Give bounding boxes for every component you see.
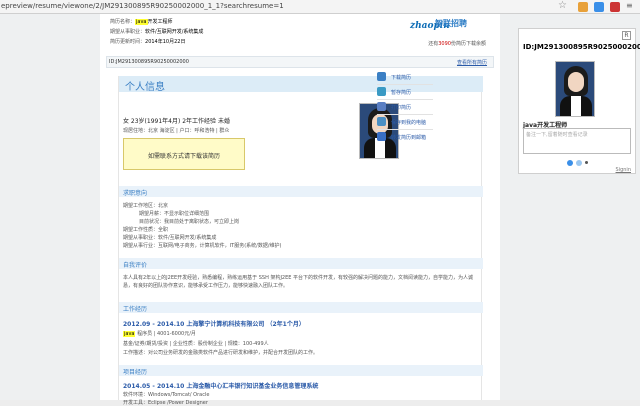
download-resume-label: 下载简历	[391, 75, 412, 81]
menu-icon[interactable]: ≡	[626, 1, 636, 11]
print-resume-label: 打印简历	[391, 105, 412, 111]
logo-cn: 智联招聘	[435, 19, 467, 28]
bookmark-star-icon[interactable]: ☆	[558, 0, 567, 11]
updated-label: 简历更新时间：	[110, 39, 146, 45]
toolbar-divider	[377, 129, 433, 130]
intent-line: 期望工作地区：北京	[123, 203, 169, 209]
job-position: java 程序员 | 4001-6000元/月	[123, 330, 196, 337]
job-meta: 基金/证券/期货/投资 | 企业性质：股份制企业 | 规模：100-499人	[123, 341, 269, 347]
balance-count: 3090	[438, 41, 451, 47]
pager-dots	[563, 159, 593, 169]
job-sub: 程序员 | 4001-6000元/月	[137, 331, 196, 337]
computer-icon	[377, 117, 386, 126]
save-icon	[377, 87, 386, 96]
section-project-title: 项目经历	[123, 369, 148, 376]
updated-row: 简历更新时间：2014年10月22日	[110, 38, 185, 45]
toolbar-divider	[377, 84, 433, 85]
intent-line: 期望从事行业：互联网/电子商务，计算机软件，IT服务(系统/数据/维护)	[123, 243, 282, 249]
contact-text: 如需联系方式请下载该简历	[147, 153, 220, 160]
intent-line: 期望从事职业：软件/互联网开发/系统集成	[123, 235, 217, 241]
save-to-computer-label: 保存到我的电脑	[391, 120, 427, 126]
save-resume-button[interactable]: 暂存简历	[377, 87, 439, 97]
page: 简历名称：java开发工程师 期望从事职业：软件/互联网开发/系统集成 简历更新…	[0, 14, 640, 406]
job-title: 2012.09 - 2014.10 上海擎宁计算机科技有限公司 （2年1个月）	[123, 321, 305, 328]
position-name-row: 简历名称：java开发工程师	[110, 18, 173, 25]
job-desc: 工作描述：对公司业务研发的金融类软件产品进行研发和维护，并配合开发团队的工作。	[123, 350, 319, 356]
intended-job-row: 期望从事职业：软件/互联网开发/系统集成	[110, 28, 203, 35]
intent-line: 目前状况：我目前处于离职状态，可立即上岗	[139, 219, 240, 225]
balance-post: 份简历下载余额	[450, 41, 486, 47]
resume-viewer: 简历名称：java开发工程师 期望从事职业：软件/互联网开发/系统集成 简历更新…	[100, 14, 500, 406]
email-icon	[377, 132, 386, 141]
toolbar-divider	[377, 114, 433, 115]
note-placeholder: 备注一下,留着随时查看记录	[526, 132, 588, 138]
self-eval-text: 本人具有2年以上的J2EE开发经验，熟悉编程，熟练运用基于 SSH 架构J2EE…	[123, 275, 474, 289]
pager-dot-active[interactable]	[567, 160, 573, 166]
location-info: 现居住地：北京 海淀区 | 户口：呼和浩特 | 群众	[123, 128, 230, 134]
section-work-title: 工作经历	[123, 306, 148, 313]
r-icon[interactable]: R	[622, 31, 631, 40]
pager-dot[interactable]	[585, 161, 588, 164]
intended-job-value: 软件/互联网开发/系统集成	[145, 29, 204, 35]
position-name-label: 简历名称：	[110, 19, 136, 25]
project-tools: 开发工具：Eclipse /Power Designer	[123, 400, 208, 406]
balance-pre: 还有	[428, 41, 439, 47]
signin-link[interactable]: Signin	[616, 167, 631, 173]
resume-id-bar: ID:JM291300895R90250002000 查看所有简历	[106, 56, 494, 68]
card-photo	[555, 61, 595, 117]
download-balance: 还有3090份简历下载余额	[428, 40, 486, 47]
intent-line: 期望工作性质：全职	[123, 227, 169, 233]
contact-placeholder: 如需联系方式请下载该简历	[123, 138, 245, 170]
extension-icon-3[interactable]	[610, 2, 620, 12]
extension-icon-2[interactable]	[594, 2, 604, 12]
intended-job-label: 期望从事职业：	[110, 29, 146, 35]
section-work: 工作经历	[119, 302, 483, 313]
extension-popup-card: R ID:JM291300895R90250002000 java开发工程师 备…	[518, 28, 640, 174]
download-resume-button[interactable]: 下载简历	[377, 72, 439, 82]
section-intent-title: 求职意向	[123, 190, 148, 197]
download-icon	[377, 72, 386, 81]
toolbar-divider	[377, 99, 433, 100]
save-resume-label: 暂存简历	[391, 90, 412, 96]
zhaopin-logo: zhaopin 智联招聘	[410, 18, 470, 32]
personal-info-title: 个人信息	[125, 82, 165, 93]
position-name-value: 开发工程师	[147, 19, 173, 25]
job-keyword-highlight: java	[123, 331, 136, 337]
project-env: 软件环境：Windows/Tomcat/ Oracle	[123, 392, 210, 398]
print-icon	[377, 102, 386, 111]
url-text[interactable]: epreview/resume/viewone/2/JM291300895R90…	[1, 1, 284, 12]
extension-icon-1[interactable]	[578, 2, 588, 12]
updated-value: 2014年10月22日	[145, 39, 186, 45]
card-resume-id: ID:JM291300895R90250002000	[523, 43, 640, 51]
forward-email-button[interactable]: 转发简历到邮箱	[377, 132, 439, 142]
basic-info: 女 23岁(1991年4月) 2年工作经验 未婚	[123, 118, 230, 125]
resume-header: 简历名称：java开发工程师 期望从事职业：软件/互联网开发/系统集成 简历更新…	[110, 16, 490, 54]
browser-url-bar: epreview/resume/viewone/2/JM291300895R90…	[0, 0, 640, 14]
section-self-eval: 自我评价	[119, 258, 483, 269]
pager-dot[interactable]	[576, 160, 582, 166]
section-project: 项目经历	[119, 365, 483, 376]
section-intent: 求职意向	[119, 186, 483, 197]
save-to-computer-button[interactable]: 保存到我的电脑	[377, 117, 439, 127]
print-resume-button[interactable]: 打印简历	[377, 102, 439, 112]
note-input[interactable]: 备注一下,留着随时查看记录	[523, 128, 631, 154]
resume-id: ID:JM291300895R90250002000	[109, 59, 189, 65]
forward-email-label: 转发简历到邮箱	[391, 135, 427, 141]
section-self-eval-title: 自我评价	[123, 262, 148, 269]
view-all-resumes-link[interactable]: 查看所有简历	[457, 59, 487, 66]
keyword-highlight: java	[135, 19, 148, 25]
intent-line: 期望月薪：不显示职位详细范围	[139, 211, 210, 217]
project-title: 2014.05 - 2014.10 上海金融中心汇丰银行知识基金业务信息管理系统	[123, 383, 319, 390]
